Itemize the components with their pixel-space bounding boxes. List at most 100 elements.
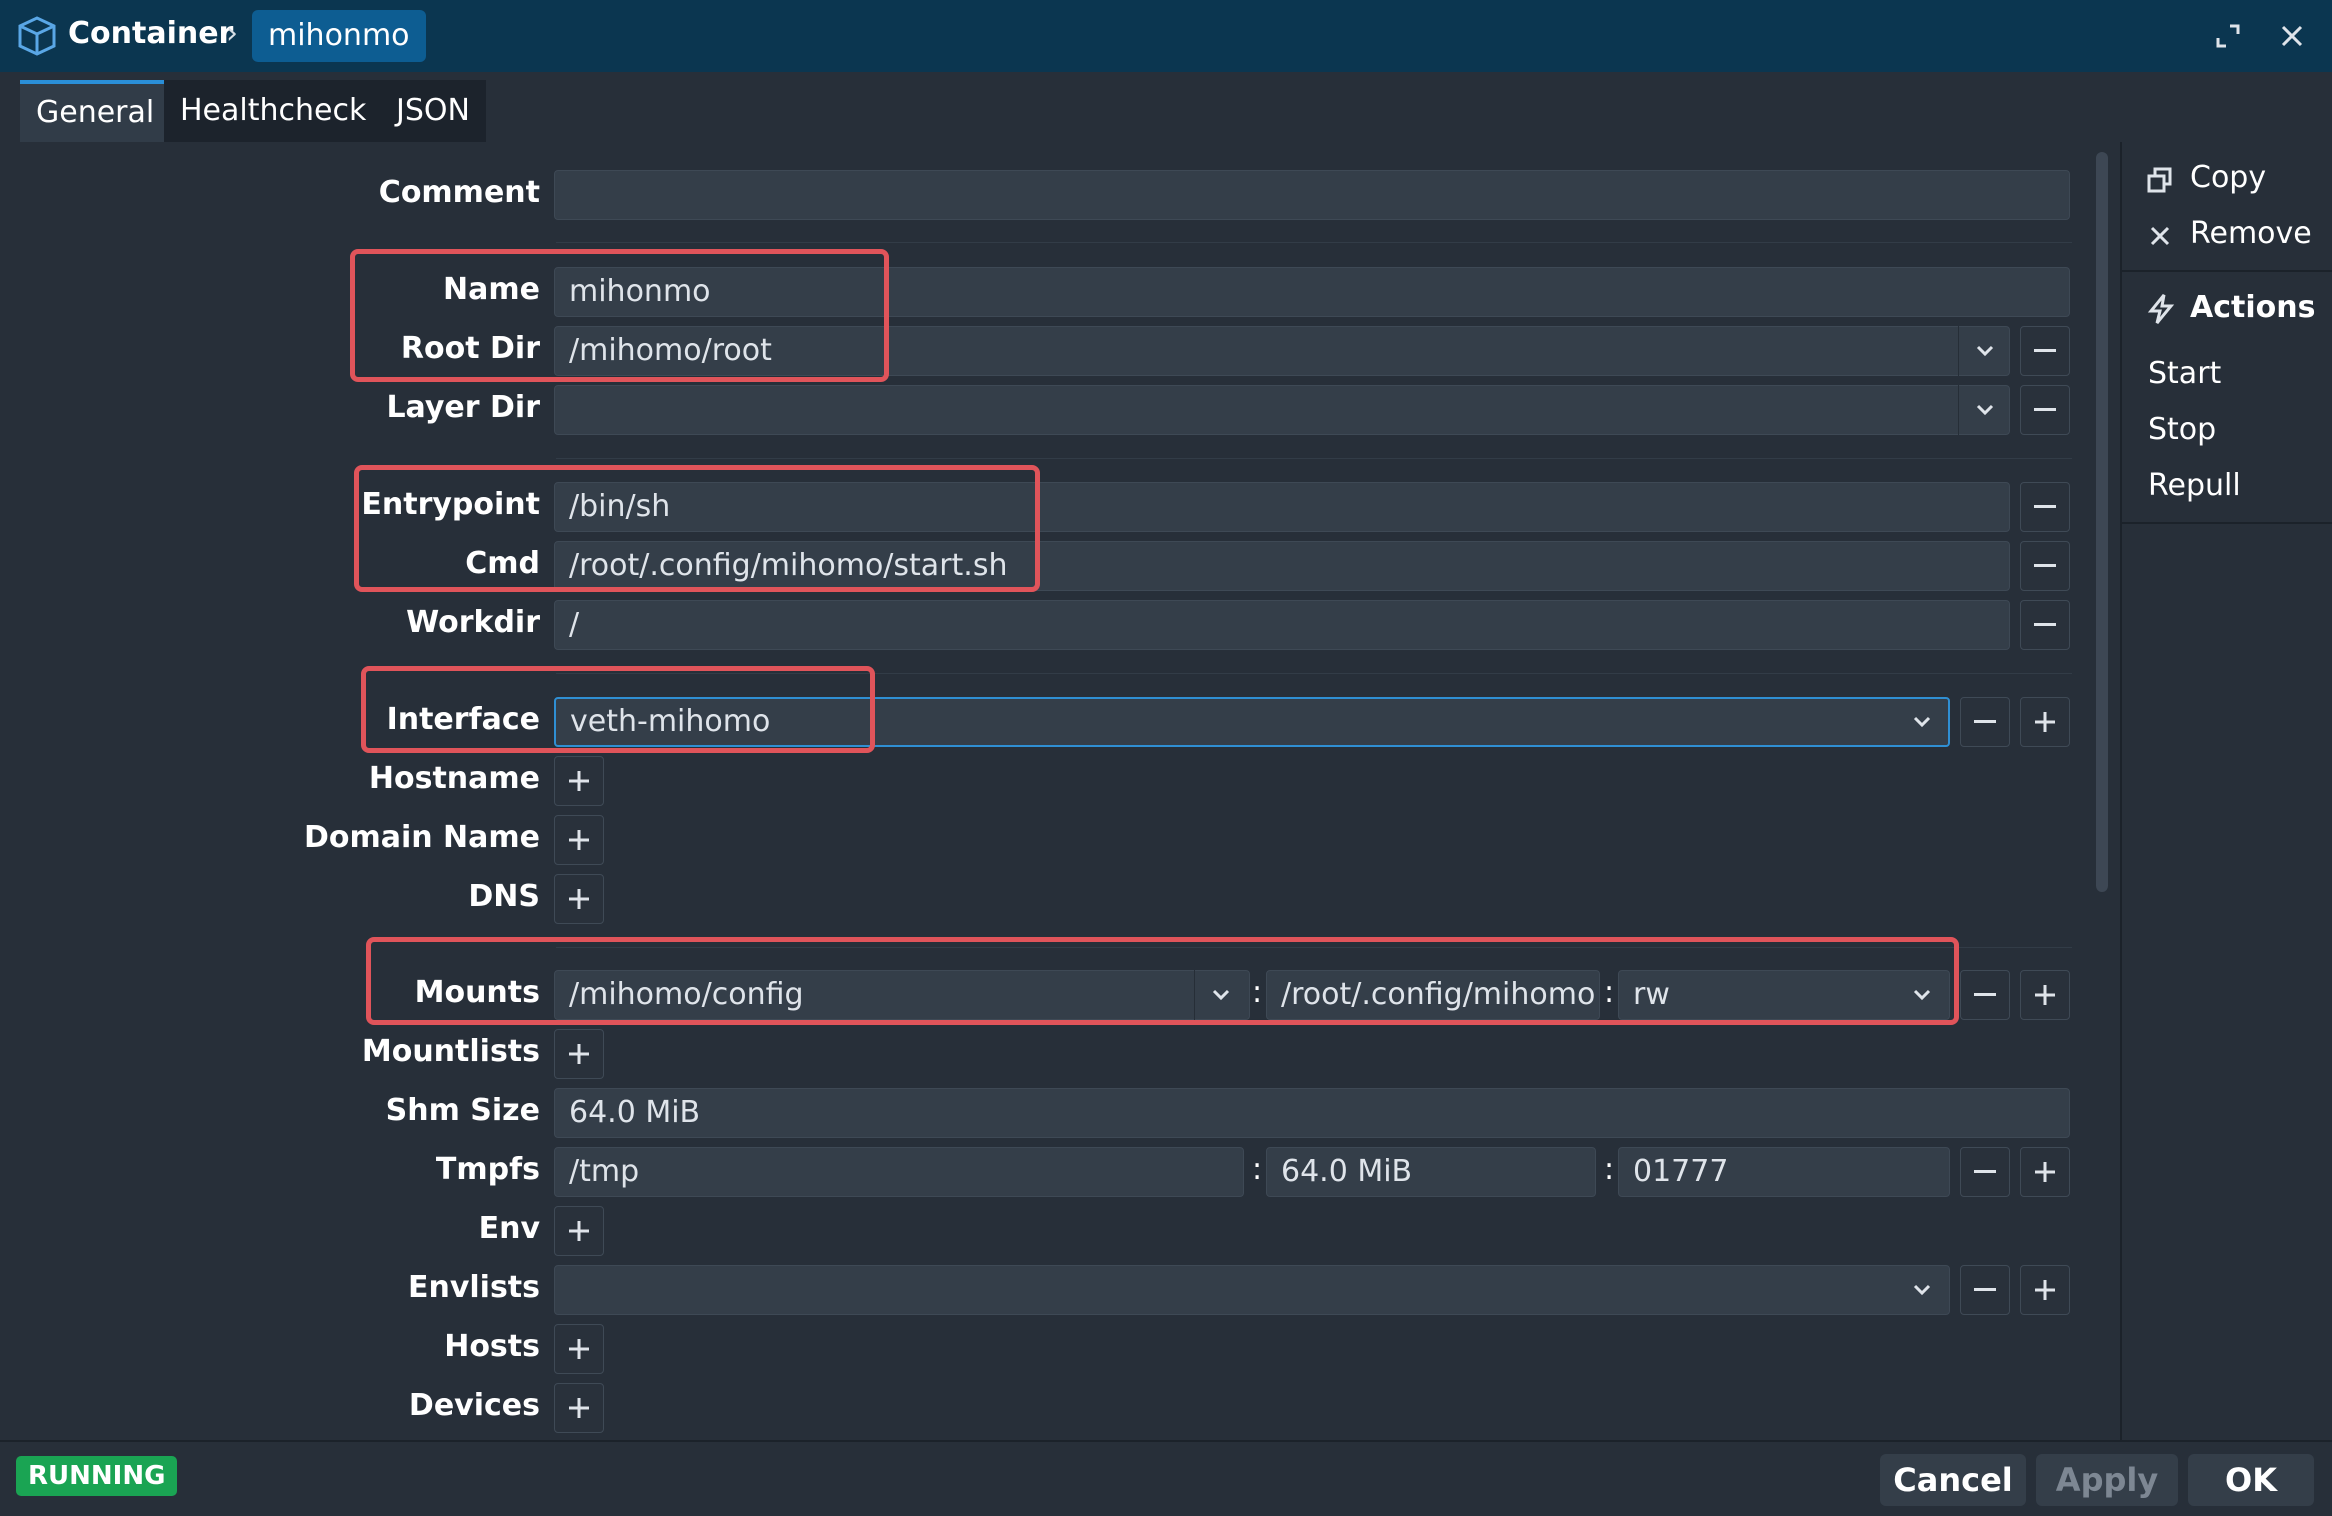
tmpfs-add-button[interactable] bbox=[2020, 1147, 2070, 1197]
comment-input[interactable] bbox=[554, 170, 2070, 220]
tmpfs-remove-button[interactable] bbox=[1960, 1147, 2010, 1197]
start-action[interactable]: Start bbox=[2148, 356, 2221, 391]
mounts-add-button[interactable] bbox=[2020, 970, 2070, 1020]
highlight-entrypoint-cmd bbox=[354, 465, 1040, 592]
package-box-icon bbox=[18, 16, 56, 56]
dns-label: DNS bbox=[468, 879, 540, 914]
form-scrollbar[interactable] bbox=[2096, 152, 2108, 892]
env-label: Env bbox=[478, 1211, 540, 1246]
envlists-add-button[interactable] bbox=[2020, 1265, 2070, 1315]
minus-icon bbox=[1974, 720, 1996, 723]
highlight-interface bbox=[361, 666, 875, 753]
tmpfs-size-input[interactable]: 64.0 MiB bbox=[1266, 1147, 1596, 1197]
breadcrumb-separator: › bbox=[226, 16, 238, 51]
sidebar-divider bbox=[2122, 270, 2332, 272]
hosts-label: Hosts bbox=[444, 1329, 540, 1364]
interface-dropdown[interactable] bbox=[1896, 697, 1948, 747]
tab-json[interactable]: JSON bbox=[380, 80, 486, 142]
plus-icon bbox=[569, 1044, 589, 1064]
domain-name-add-button[interactable] bbox=[554, 815, 604, 865]
tab-general[interactable]: General bbox=[20, 80, 171, 142]
root-dir-dropdown[interactable] bbox=[1958, 326, 2010, 376]
cmd-remove-button[interactable] bbox=[2020, 541, 2070, 591]
layer-dir-remove-button[interactable] bbox=[2020, 385, 2070, 435]
tmpfs-separator: : bbox=[1252, 1152, 1263, 1187]
chevron-down-icon bbox=[1913, 716, 1931, 728]
minus-icon bbox=[1974, 993, 1996, 996]
tmpfs-separator: : bbox=[1604, 1152, 1615, 1187]
copy-button[interactable]: Copy bbox=[2146, 158, 2326, 202]
plus-icon bbox=[2035, 985, 2055, 1005]
envlists-select[interactable] bbox=[554, 1265, 1950, 1315]
dns-add-button[interactable] bbox=[554, 874, 604, 924]
tmpfs-label: Tmpfs bbox=[435, 1152, 540, 1187]
domain-name-label: Domain Name bbox=[303, 820, 540, 855]
cancel-button[interactable]: Cancel bbox=[1880, 1454, 2026, 1506]
copy-label: Copy bbox=[2190, 160, 2267, 195]
lightning-icon bbox=[2147, 294, 2175, 324]
close-icon bbox=[2150, 226, 2170, 246]
chevron-down-icon bbox=[1976, 345, 1993, 357]
tab-bar: General Healthcheck JSON bbox=[0, 72, 2332, 142]
section-divider bbox=[556, 242, 2072, 243]
ok-button[interactable]: OK bbox=[2188, 1454, 2314, 1506]
root-dir-remove-button[interactable] bbox=[2020, 326, 2070, 376]
breadcrumb-container[interactable]: Container bbox=[68, 16, 233, 51]
chevron-down-icon bbox=[1976, 404, 1993, 416]
repull-action[interactable]: Repull bbox=[2148, 468, 2241, 503]
plus-icon bbox=[2035, 1280, 2055, 1300]
minus-icon bbox=[2034, 349, 2056, 352]
workdir-remove-button[interactable] bbox=[2020, 600, 2070, 650]
apply-button[interactable]: Apply bbox=[2036, 1454, 2178, 1506]
interface-remove-button[interactable] bbox=[1960, 697, 2010, 747]
workdir-label: Workdir bbox=[406, 605, 540, 640]
plus-icon bbox=[569, 1398, 589, 1418]
hosts-add-button[interactable] bbox=[554, 1324, 604, 1374]
env-add-button[interactable] bbox=[554, 1206, 604, 1256]
workdir-input[interactable]: / bbox=[554, 600, 2010, 650]
tmpfs-mode-input[interactable]: 01777 bbox=[1618, 1147, 1950, 1197]
envlists-remove-button[interactable] bbox=[1960, 1265, 2010, 1315]
tmpfs-path-input[interactable]: /tmp bbox=[554, 1147, 1244, 1197]
interface-add-button[interactable] bbox=[2020, 697, 2070, 747]
devices-label: Devices bbox=[408, 1388, 540, 1423]
stop-action[interactable]: Stop bbox=[2148, 412, 2216, 447]
remove-label: Remove bbox=[2190, 216, 2312, 251]
layer-dir-dropdown[interactable] bbox=[1958, 385, 2010, 435]
copy-icon bbox=[2147, 167, 2172, 193]
mountlists-label: Mountlists bbox=[361, 1034, 540, 1069]
entrypoint-remove-button[interactable] bbox=[2020, 482, 2070, 532]
close-icon[interactable] bbox=[2274, 18, 2310, 54]
plus-icon bbox=[569, 1339, 589, 1359]
remove-button[interactable]: Remove bbox=[2146, 214, 2326, 258]
highlight-mounts bbox=[366, 937, 1959, 1025]
minus-icon bbox=[2034, 564, 2056, 567]
expand-icon[interactable] bbox=[2210, 18, 2246, 54]
plus-icon bbox=[569, 889, 589, 909]
envlists-label: Envlists bbox=[407, 1270, 540, 1305]
shm-size-label: Shm Size bbox=[385, 1093, 540, 1128]
minus-icon bbox=[1974, 1288, 1996, 1291]
minus-icon bbox=[2034, 408, 2056, 411]
layer-dir-label: Layer Dir bbox=[386, 390, 540, 425]
tab-healthcheck[interactable]: Healthcheck bbox=[164, 80, 383, 142]
title-bar: Container › mihonmo bbox=[0, 0, 2332, 72]
container-name-badge: mihonmo bbox=[252, 10, 426, 62]
plus-icon bbox=[2035, 1162, 2055, 1182]
chevron-down-icon bbox=[1913, 1284, 1931, 1296]
status-badge: RUNNING bbox=[16, 1456, 178, 1496]
sidebar-divider bbox=[2122, 522, 2332, 524]
minus-icon bbox=[2034, 623, 2056, 626]
devices-add-button[interactable] bbox=[554, 1383, 604, 1433]
envlists-dropdown[interactable] bbox=[1896, 1265, 1948, 1315]
layer-dir-select[interactable] bbox=[554, 385, 2010, 435]
plus-icon bbox=[569, 1221, 589, 1241]
shm-size-input[interactable]: 64.0 MiB bbox=[554, 1088, 2070, 1138]
plus-icon bbox=[569, 830, 589, 850]
minus-icon bbox=[2034, 505, 2056, 508]
mounts-remove-button[interactable] bbox=[1960, 970, 2010, 1020]
mountlists-add-button[interactable] bbox=[554, 1029, 604, 1079]
general-form: Comment Name mihonmo Root Dir /mihomo/ro… bbox=[4, 142, 2120, 1440]
plus-icon bbox=[569, 771, 589, 791]
hostname-add-button[interactable] bbox=[554, 756, 604, 806]
